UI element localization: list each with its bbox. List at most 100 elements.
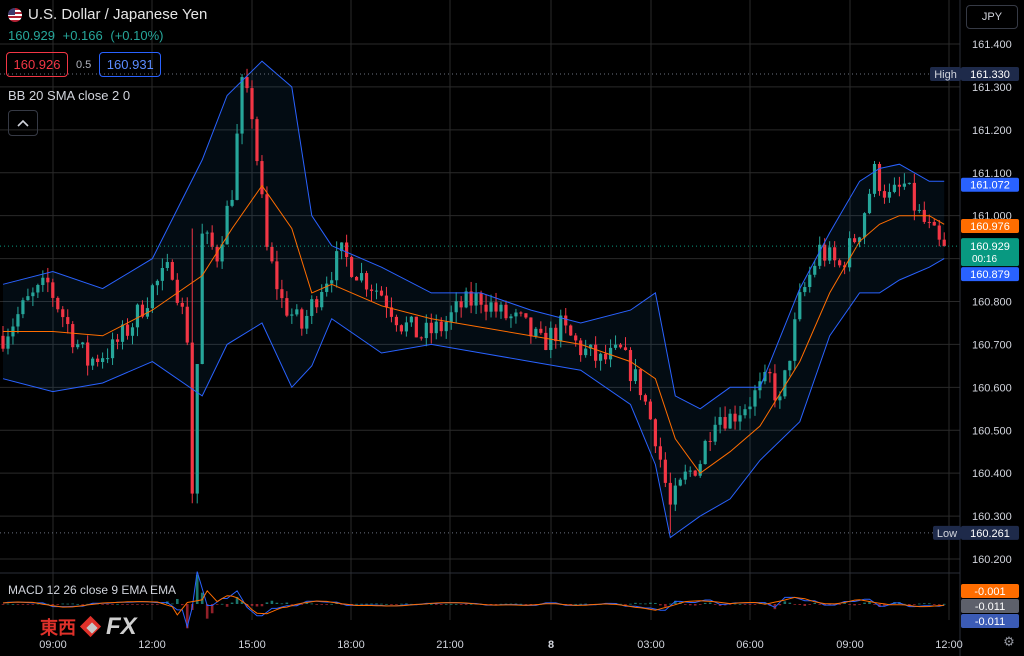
candle-body [768, 372, 772, 374]
candle-body [285, 298, 289, 316]
macd-histogram-bar [76, 603, 79, 605]
candle-body [180, 302, 184, 307]
price-tick-label: 160.400 [972, 468, 1012, 480]
candle-body [638, 369, 643, 396]
candle-body [688, 470, 692, 472]
macd-histogram-bar [649, 602, 652, 604]
candle-body [808, 274, 812, 288]
macd-histogram-bar [932, 604, 936, 605]
macd-histogram-bar [385, 603, 388, 605]
candle-body [494, 302, 498, 312]
last-price-tag: 160.929 [970, 241, 1010, 253]
candle-body [628, 350, 633, 382]
macd-histogram-bar [71, 603, 75, 605]
candle-body [663, 459, 667, 483]
macd-histogram-bar [400, 603, 403, 605]
macd-histogram-bar [858, 604, 861, 605]
macd-histogram-bar [942, 603, 946, 605]
candle-body [668, 482, 672, 505]
time-tick-label: 09:00 [836, 639, 864, 651]
macd-histogram-bar [644, 603, 647, 605]
candle-body [205, 232, 209, 234]
time-tick-label: 15:00 [238, 639, 266, 651]
candle-body [872, 163, 877, 194]
candle-body [160, 267, 164, 281]
bb-lower-price-tag: 160.879 [970, 269, 1010, 281]
candle-body [305, 315, 309, 329]
candle-body [369, 289, 374, 291]
candle-body [713, 424, 717, 442]
currency-button[interactable]: JPY [966, 5, 1018, 29]
candle-body [534, 328, 538, 337]
last-price: 160.929 [8, 28, 55, 43]
price-tick-label: 160.500 [972, 425, 1012, 437]
candle-body [698, 464, 702, 476]
candle-body [439, 321, 443, 332]
low-price-tag: 160.261 [970, 528, 1010, 540]
candle-body [1, 335, 5, 349]
candle-body [514, 312, 518, 317]
sell-button[interactable]: 160.926 [6, 52, 68, 77]
candle-body [384, 295, 389, 308]
candle-body [823, 244, 827, 261]
macd-histogram-bar [843, 603, 846, 604]
macd-histogram-bar [853, 604, 856, 606]
diamond-logo-icon [80, 616, 102, 638]
macd-histogram-bar [1, 604, 5, 605]
macd-histogram-bar [624, 604, 627, 605]
candle-body [509, 316, 513, 319]
symbol-title[interactable]: U.S. Dollar / Japanese Yen [28, 6, 207, 23]
candle-body [554, 327, 558, 342]
chevron-up-icon[interactable] [8, 110, 38, 136]
macd-histogram-bar [664, 604, 667, 607]
candle-body [867, 193, 872, 214]
macd-histogram-bar [444, 603, 448, 605]
macd-histogram-bar [126, 604, 129, 605]
macd-histogram-bar [669, 603, 672, 605]
bb-indicator-label[interactable]: BB 20 SMA close 2 0 [8, 88, 130, 103]
macd-histogram-bar [918, 603, 921, 605]
candle-body [394, 316, 399, 326]
macd-histogram-bar [180, 604, 184, 606]
high-price-tag: 161.330 [970, 69, 1010, 81]
macd-histogram-bar [16, 604, 20, 605]
candle-body [917, 209, 921, 211]
macd-histogram-bar [360, 603, 363, 605]
macd-histogram-bar [629, 603, 632, 605]
candle-body [359, 273, 364, 281]
macd-histogram-bar [524, 604, 528, 605]
macd-histogram-bar [778, 604, 782, 606]
macd-histogram-bar [818, 604, 822, 605]
bid-ask: 160.926 0.5 160.931 [6, 52, 162, 77]
buy-button[interactable]: 160.931 [99, 52, 162, 77]
candle-body [613, 344, 618, 348]
candle-body [813, 265, 817, 275]
macd-histogram-bar [270, 600, 274, 604]
macd-histogram-bar [230, 602, 234, 604]
candle-body [912, 182, 916, 211]
gear-icon[interactable]: ⚙ [1002, 635, 1016, 649]
candle-body [31, 292, 35, 297]
candle-body [130, 327, 135, 336]
macd-histogram-bar [61, 603, 65, 605]
candle-body [46, 277, 50, 283]
macd-histogram-bar [31, 604, 35, 605]
macd-histogram-bar [788, 602, 792, 604]
candle-body [175, 279, 179, 303]
candle-body [434, 321, 438, 334]
candle-body [603, 353, 608, 360]
macd-histogram-bar [310, 603, 314, 605]
candle-body [882, 191, 887, 198]
macd-indicator-label[interactable]: MACD 12 26 close 9 EMA EMA [8, 583, 176, 597]
watermark-fx: FX [106, 613, 137, 640]
candle-body [524, 313, 528, 318]
macd-histogram-bar [11, 604, 15, 605]
macd-histogram-bar [375, 603, 378, 605]
price-tick-label: 160.700 [972, 339, 1012, 351]
candle-body [942, 239, 946, 247]
macd-histogram-bar [215, 604, 219, 605]
candle-body [170, 262, 174, 280]
candle-body [56, 297, 60, 310]
candle-body [101, 358, 105, 363]
candle-body [579, 340, 583, 356]
